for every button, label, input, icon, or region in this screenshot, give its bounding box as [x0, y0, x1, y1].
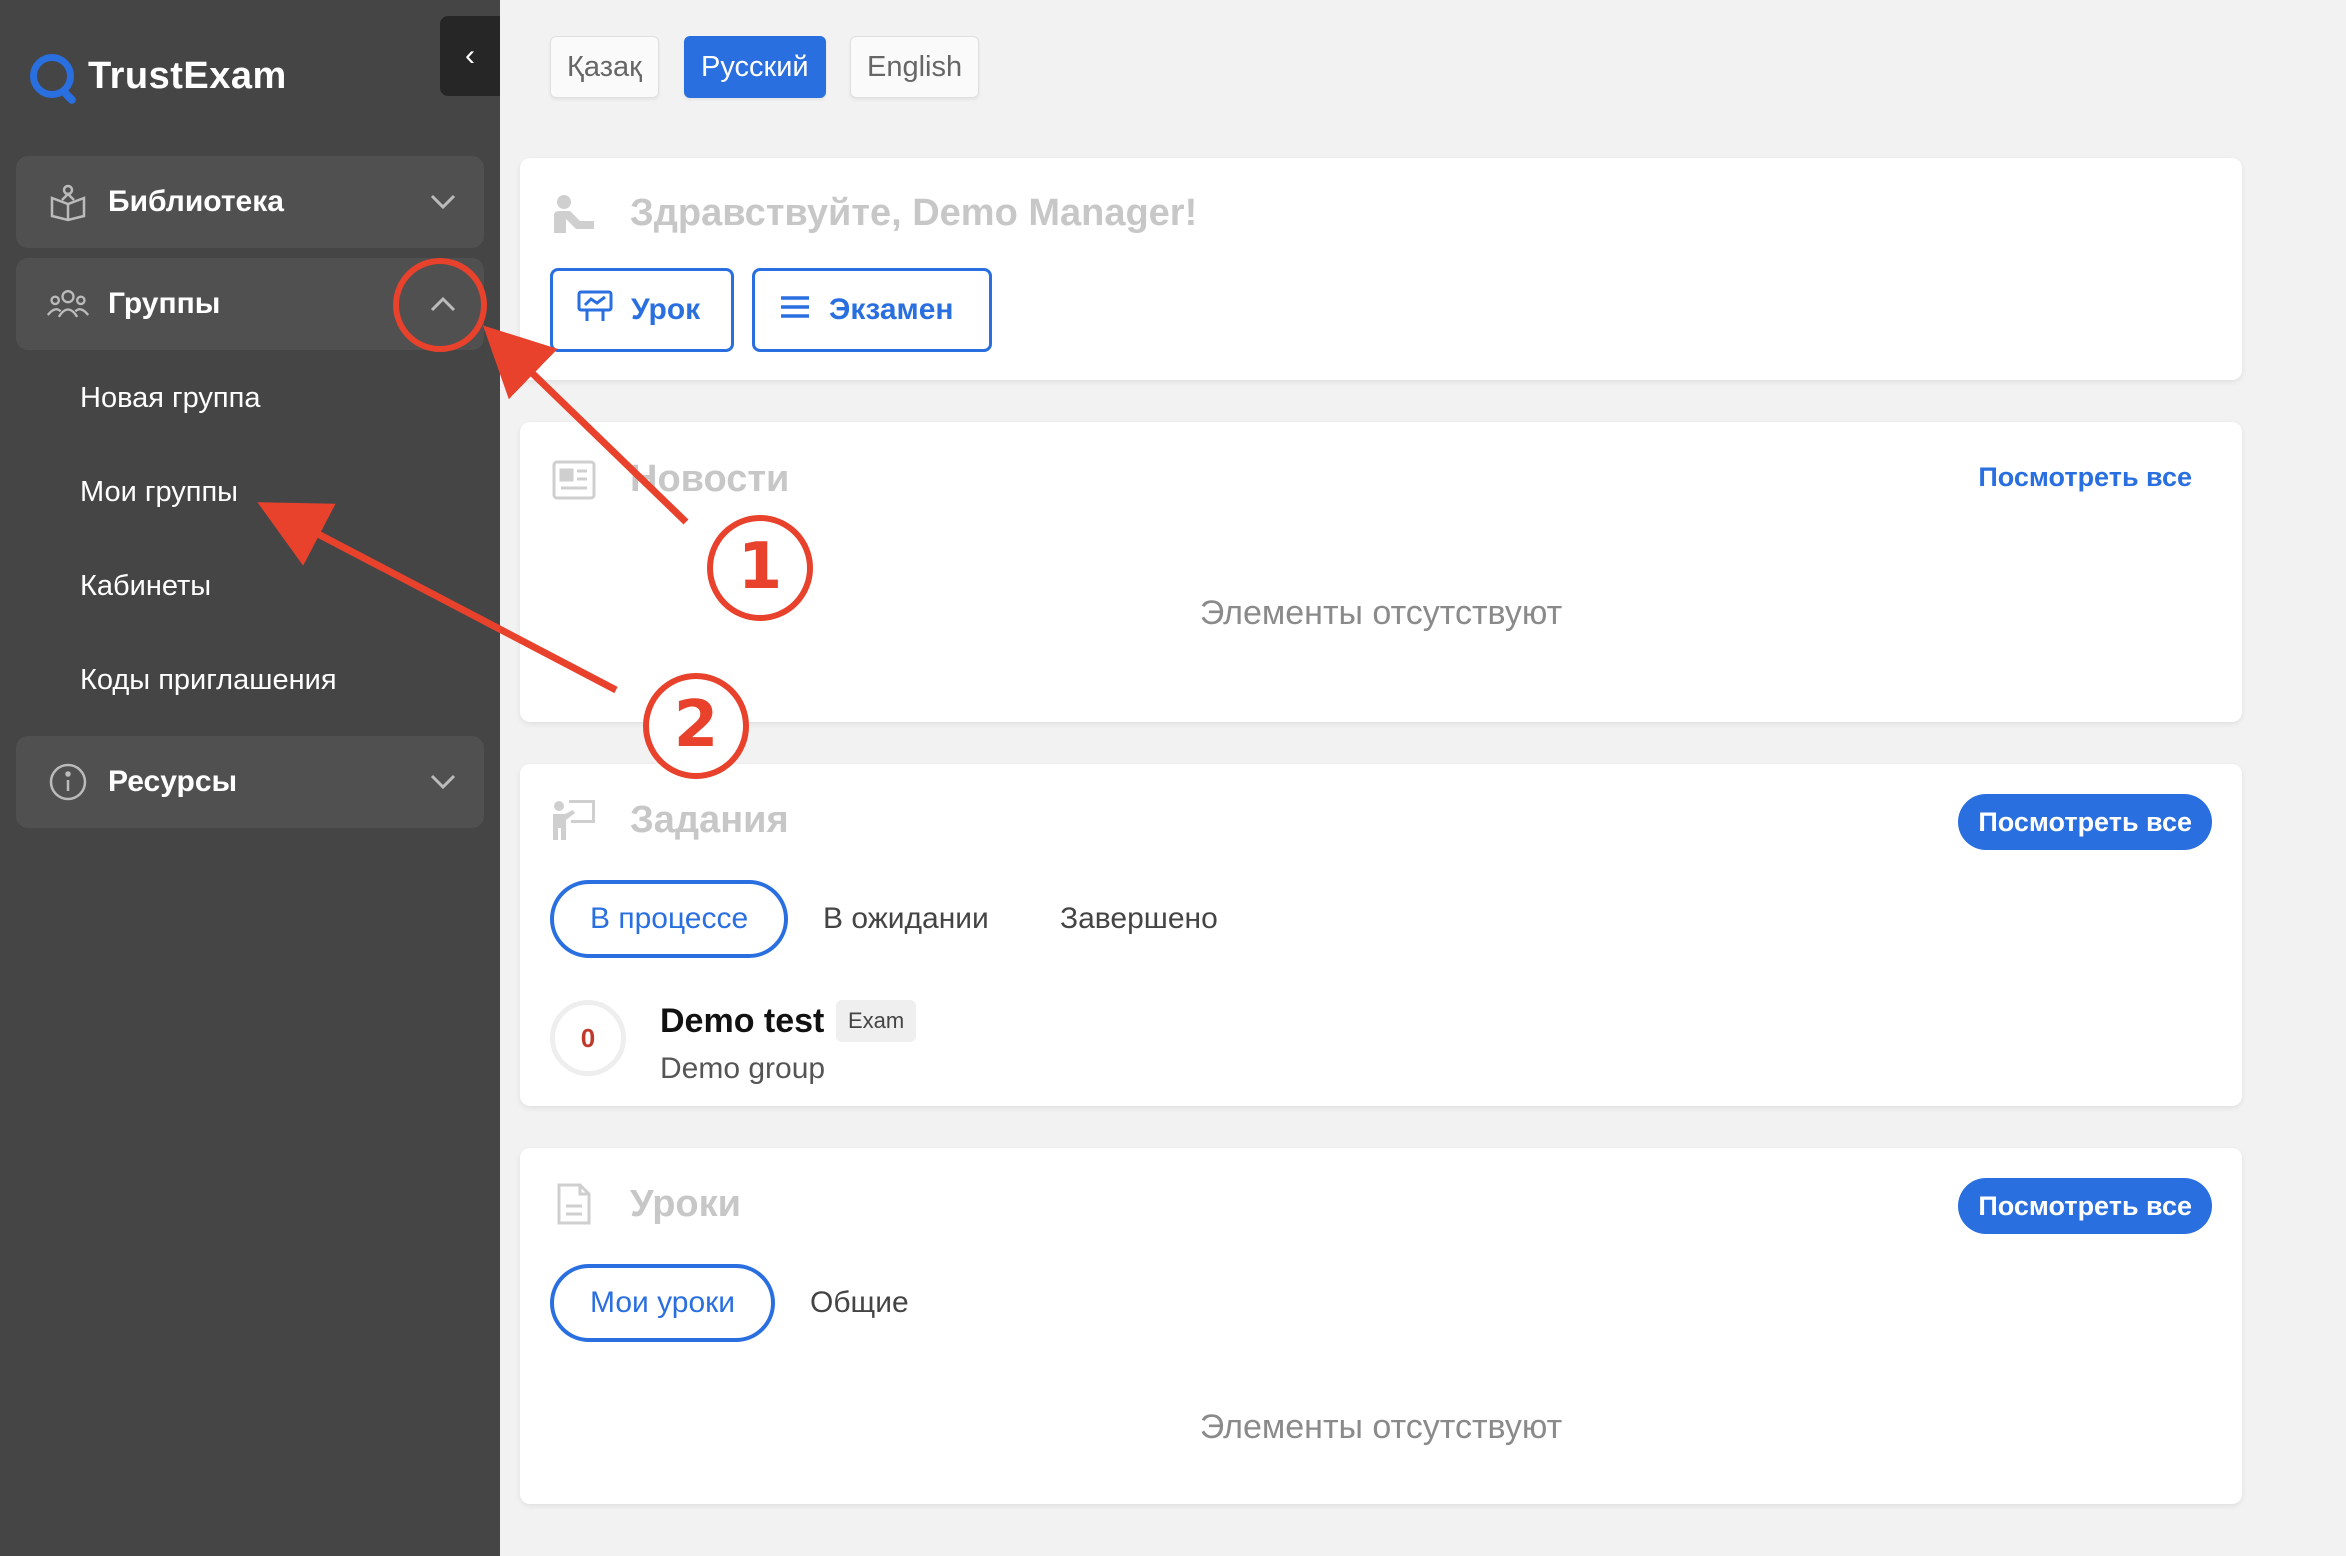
collapse-sidebar-button[interactable]: ‹	[440, 16, 500, 96]
sidebar-item-cabinets[interactable]: Кабинеты	[80, 570, 211, 603]
manager-icon	[550, 193, 598, 235]
lang-russian-button[interactable]: Русский	[684, 36, 826, 98]
nav-group-label: Группы	[108, 287, 221, 320]
lessons-empty-message: Элементы отсутствуют	[1199, 1408, 1563, 1446]
brand-name: TrustExam	[88, 54, 287, 97]
task-score-circle: 0	[550, 1000, 626, 1076]
lang-kazakh-button[interactable]: Қазақ	[550, 36, 659, 98]
chevron-down-icon	[430, 194, 456, 210]
step-2-number: 2	[673, 688, 719, 762]
logo-icon	[30, 54, 74, 98]
brand-logo[interactable]: TrustExam	[30, 54, 287, 98]
sidebar-item-new-group[interactable]: Новая группа	[80, 382, 260, 415]
teacher-board-icon	[550, 798, 598, 842]
news-title: Новости	[630, 458, 790, 500]
create-lesson-button[interactable]: Урок	[550, 268, 734, 352]
nav-group-resources[interactable]: Ресурсы	[16, 736, 484, 828]
exam-button-label: Экзамен	[829, 293, 954, 326]
lessons-title: Уроки	[630, 1182, 741, 1225]
book-icon	[46, 182, 90, 222]
chevron-down-icon	[430, 774, 456, 790]
lesson-button-label: Урок	[631, 293, 701, 326]
presentation-icon	[577, 289, 613, 331]
tasks-title: Задания	[630, 798, 789, 841]
list-icon	[779, 293, 811, 327]
tasks-card: Задания Посмотреть все В процессе В ожид…	[520, 764, 2242, 1106]
welcome-card: Здравствуйте, Demo Manager! Урок Экзамен	[520, 158, 2242, 380]
nav-group-label: Ресурсы	[108, 765, 238, 798]
newspaper-icon	[550, 460, 598, 500]
create-exam-button[interactable]: Экзамен	[752, 268, 992, 352]
task-name[interactable]: Demo test	[660, 1002, 824, 1041]
info-icon	[46, 762, 90, 802]
people-icon	[46, 286, 90, 322]
tab-pending[interactable]: В ожидании	[823, 902, 989, 936]
greeting-title: Здравствуйте, Demo Manager!	[630, 192, 1198, 234]
lang-english-button[interactable]: English	[850, 36, 980, 98]
chevron-up-icon[interactable]	[430, 296, 456, 312]
sidebar: TrustExam ‹ Библиотека Группы Новая груп…	[0, 0, 500, 1556]
tab-completed[interactable]: Завершено	[1060, 902, 1218, 936]
tab-shared-lessons[interactable]: Общие	[810, 1286, 909, 1320]
lessons-view-all-button[interactable]: Посмотреть все	[1958, 1178, 2212, 1234]
task-group-name: Demo group	[660, 1052, 826, 1085]
nav-group-library[interactable]: Библиотека	[16, 156, 484, 248]
nav-group-label: Библиотека	[108, 185, 284, 218]
lessons-card: Уроки Посмотреть все Мои уроки Общие Эле…	[520, 1148, 2242, 1504]
tab-my-lessons[interactable]: Мои уроки	[550, 1264, 776, 1342]
chevron-left-icon: ‹	[465, 39, 475, 72]
tab-in-progress[interactable]: В процессе	[550, 880, 789, 958]
news-view-all-link[interactable]: Посмотреть все	[1978, 462, 2192, 493]
task-type-badge: Exam	[836, 1000, 917, 1042]
nav-group-groups[interactable]: Группы	[16, 258, 484, 350]
sidebar-item-my-groups[interactable]: Мои группы	[80, 476, 238, 509]
document-icon	[550, 1182, 598, 1226]
step-1-number: 1	[737, 530, 783, 604]
tasks-view-all-button[interactable]: Посмотреть все	[1958, 794, 2212, 850]
sidebar-item-invite-codes[interactable]: Коды приглашения	[80, 664, 337, 697]
